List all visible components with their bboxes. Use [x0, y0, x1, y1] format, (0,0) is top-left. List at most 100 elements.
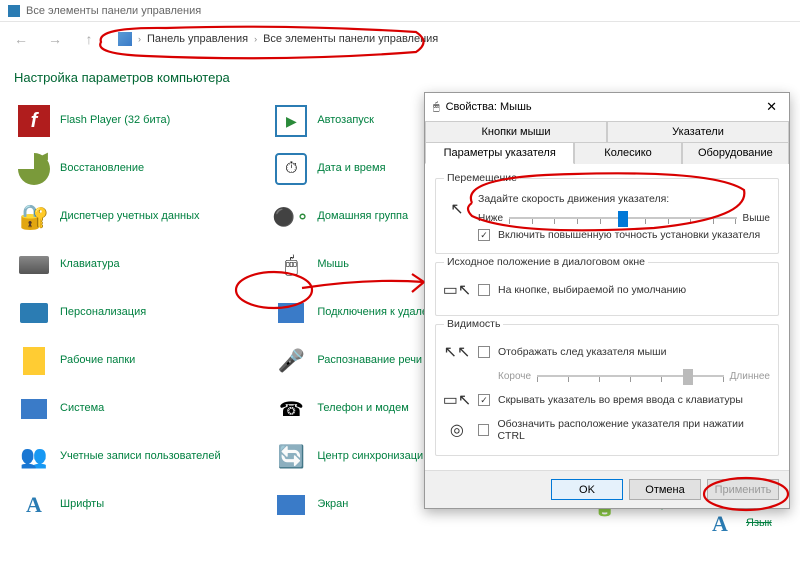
item-label: Клавиатура	[60, 258, 120, 272]
pointer-speed-slider[interactable]: Ниже Выше	[478, 211, 770, 225]
system-icon	[18, 393, 50, 425]
dialog-title: Свойства: Мышь	[446, 101, 532, 113]
hide-typing-label: Скрывать указатель во время ввода с клав…	[498, 394, 743, 406]
group-title: Видимость	[444, 318, 503, 330]
pointer-icon: ↖	[444, 196, 470, 222]
tab-body: Перемещение ↖ Задайте скорость движения …	[425, 164, 789, 470]
chevron-right-icon: ›	[138, 34, 141, 44]
item-flash-player[interactable]: Flash Player (32 бита)	[14, 97, 271, 145]
up-button[interactable]: ↑	[78, 28, 100, 50]
item-label: Домашняя группа	[317, 210, 408, 224]
item-restore[interactable]: Восстановление	[14, 145, 271, 193]
item-label: Восстановление	[60, 162, 144, 176]
users-icon: 👥	[18, 441, 50, 473]
monitor-icon	[18, 297, 50, 329]
tab-wheel[interactable]: Колесико	[574, 142, 681, 164]
snapto-icon: ▭↖	[444, 277, 470, 303]
ctrl-locate-checkbox[interactable]	[478, 424, 490, 436]
item-system[interactable]: Система	[14, 385, 271, 433]
item-label: Язык	[746, 517, 772, 531]
trail-length-slider: Короче Длиннее	[498, 369, 770, 383]
mouse-icon: 🖱	[275, 249, 307, 281]
tab-buttons[interactable]: Кнопки мыши	[425, 121, 607, 142]
flash-icon	[18, 105, 50, 137]
slider-low-label: Ниже	[478, 213, 503, 224]
window-title: Все элементы панели управления	[26, 5, 201, 17]
item-workfolders[interactable]: Рабочие папки	[14, 337, 271, 385]
pointer-trail-checkbox[interactable]	[478, 346, 490, 358]
mic-icon: 🎤	[275, 345, 307, 377]
crumb-all-items[interactable]: Все элементы панели управления	[263, 33, 438, 45]
apply-button[interactable]: Применить	[707, 479, 779, 500]
fonts-icon: A	[18, 489, 50, 521]
mouse-properties-dialog: 🖱 Свойства: Мышь ✕ Кнопки мыши Указатели…	[424, 92, 790, 509]
cancel-button[interactable]: Отмена	[629, 479, 701, 500]
item-label: Flash Player (32 бита)	[60, 114, 170, 128]
item-label: Автозапуск	[317, 114, 374, 128]
enhance-precision-label: Включить повышенную точность установки у…	[498, 229, 760, 241]
item-label: Центр синхронизаци	[317, 450, 423, 464]
tab-pointer-options[interactable]: Параметры указателя	[425, 142, 574, 164]
forward-button[interactable]: →	[44, 28, 66, 50]
control-panel-icon	[118, 32, 132, 46]
item-personalization[interactable]: Персонализация	[14, 289, 271, 337]
remote-icon	[275, 297, 307, 329]
sync-icon: 🔄	[275, 441, 307, 473]
enhance-precision-checkbox[interactable]: ✓	[478, 229, 490, 241]
language-icon: A	[704, 508, 736, 540]
item-label: Телефон и модем	[317, 402, 408, 416]
pointer-trail-label: Отображать след указателя мыши	[498, 346, 666, 358]
hide-typing-checkbox[interactable]: ✓	[478, 394, 490, 406]
slider-long-label: Длиннее	[730, 371, 770, 382]
item-credentials[interactable]: 🔐 Диспетчер учетных данных	[14, 193, 271, 241]
group-title: Перемещение	[444, 172, 520, 184]
group-title: Исходное положение в диалоговом окне	[444, 256, 648, 268]
snapto-checkbox[interactable]	[478, 284, 490, 296]
snapto-label: На кнопке, выбираемой по умолчанию	[498, 284, 686, 296]
autorun-icon	[275, 105, 307, 137]
item-label: Система	[60, 402, 104, 416]
dialog-buttons: OK Отмена Применить	[425, 470, 789, 508]
speed-label: Задайте скорость движения указателя:	[478, 193, 770, 205]
item-label: Рабочие папки	[60, 354, 135, 368]
item-label: Учетные записи пользователей	[60, 450, 221, 464]
clock-icon	[275, 153, 307, 185]
mouse-icon: 🖱	[433, 101, 440, 114]
trail-icon: ↖↖	[444, 339, 470, 365]
item-label: Диспетчер учетных данных	[60, 210, 200, 224]
hide-typing-icon: ▭↖	[444, 387, 470, 413]
back-button[interactable]: ←	[10, 28, 32, 50]
item-label: Персонализация	[60, 306, 146, 320]
ok-button[interactable]: OK	[551, 479, 623, 500]
tab-row-top: Кнопки мыши Указатели	[425, 121, 789, 142]
slider-high-label: Выше	[743, 213, 770, 224]
item-label: Шрифты	[60, 498, 104, 512]
keyboard-icon	[18, 249, 50, 281]
phone-icon: ☎	[275, 393, 307, 425]
group-snapto: Исходное положение в диалоговом окне ▭↖ …	[435, 262, 779, 316]
item-label: Распознавание речи	[317, 354, 422, 368]
dialog-titlebar[interactable]: 🖱 Свойства: Мышь ✕	[425, 93, 789, 121]
nav-bar: ← → ↑ › Панель управления › Все элементы…	[0, 22, 800, 56]
ctrl-locate-icon: ◎	[444, 417, 470, 443]
item-keyboard[interactable]: Клавиатура	[14, 241, 271, 289]
ctrl-locate-label: Обозначить расположение указателя при на…	[497, 418, 770, 442]
screen-icon	[275, 489, 307, 521]
breadcrumb[interactable]: › Панель управления › Все элементы панел…	[112, 29, 790, 49]
restore-icon	[18, 153, 50, 185]
page-heading: Настройка параметров компьютера	[0, 56, 800, 97]
item-fonts[interactable]: A Шрифты	[14, 481, 271, 529]
item-users[interactable]: 👥 Учетные записи пользователей	[14, 433, 271, 481]
tab-pointers[interactable]: Указатели	[607, 121, 789, 142]
chevron-right-icon: ›	[254, 34, 257, 44]
close-icon[interactable]: ✕	[762, 99, 781, 115]
control-panel-icon	[8, 5, 20, 17]
tab-row-bottom: Параметры указателя Колесико Оборудовани…	[425, 142, 789, 164]
window-titlebar: Все элементы панели управления	[0, 0, 800, 22]
crumb-control-panel[interactable]: Панель управления	[147, 33, 248, 45]
tab-hardware[interactable]: Оборудование	[682, 142, 789, 164]
folder-icon	[18, 345, 50, 377]
slider-short-label: Короче	[498, 371, 531, 382]
safe-icon: 🔐	[18, 201, 50, 233]
homegroup-icon: ⚫⚬	[275, 201, 307, 233]
